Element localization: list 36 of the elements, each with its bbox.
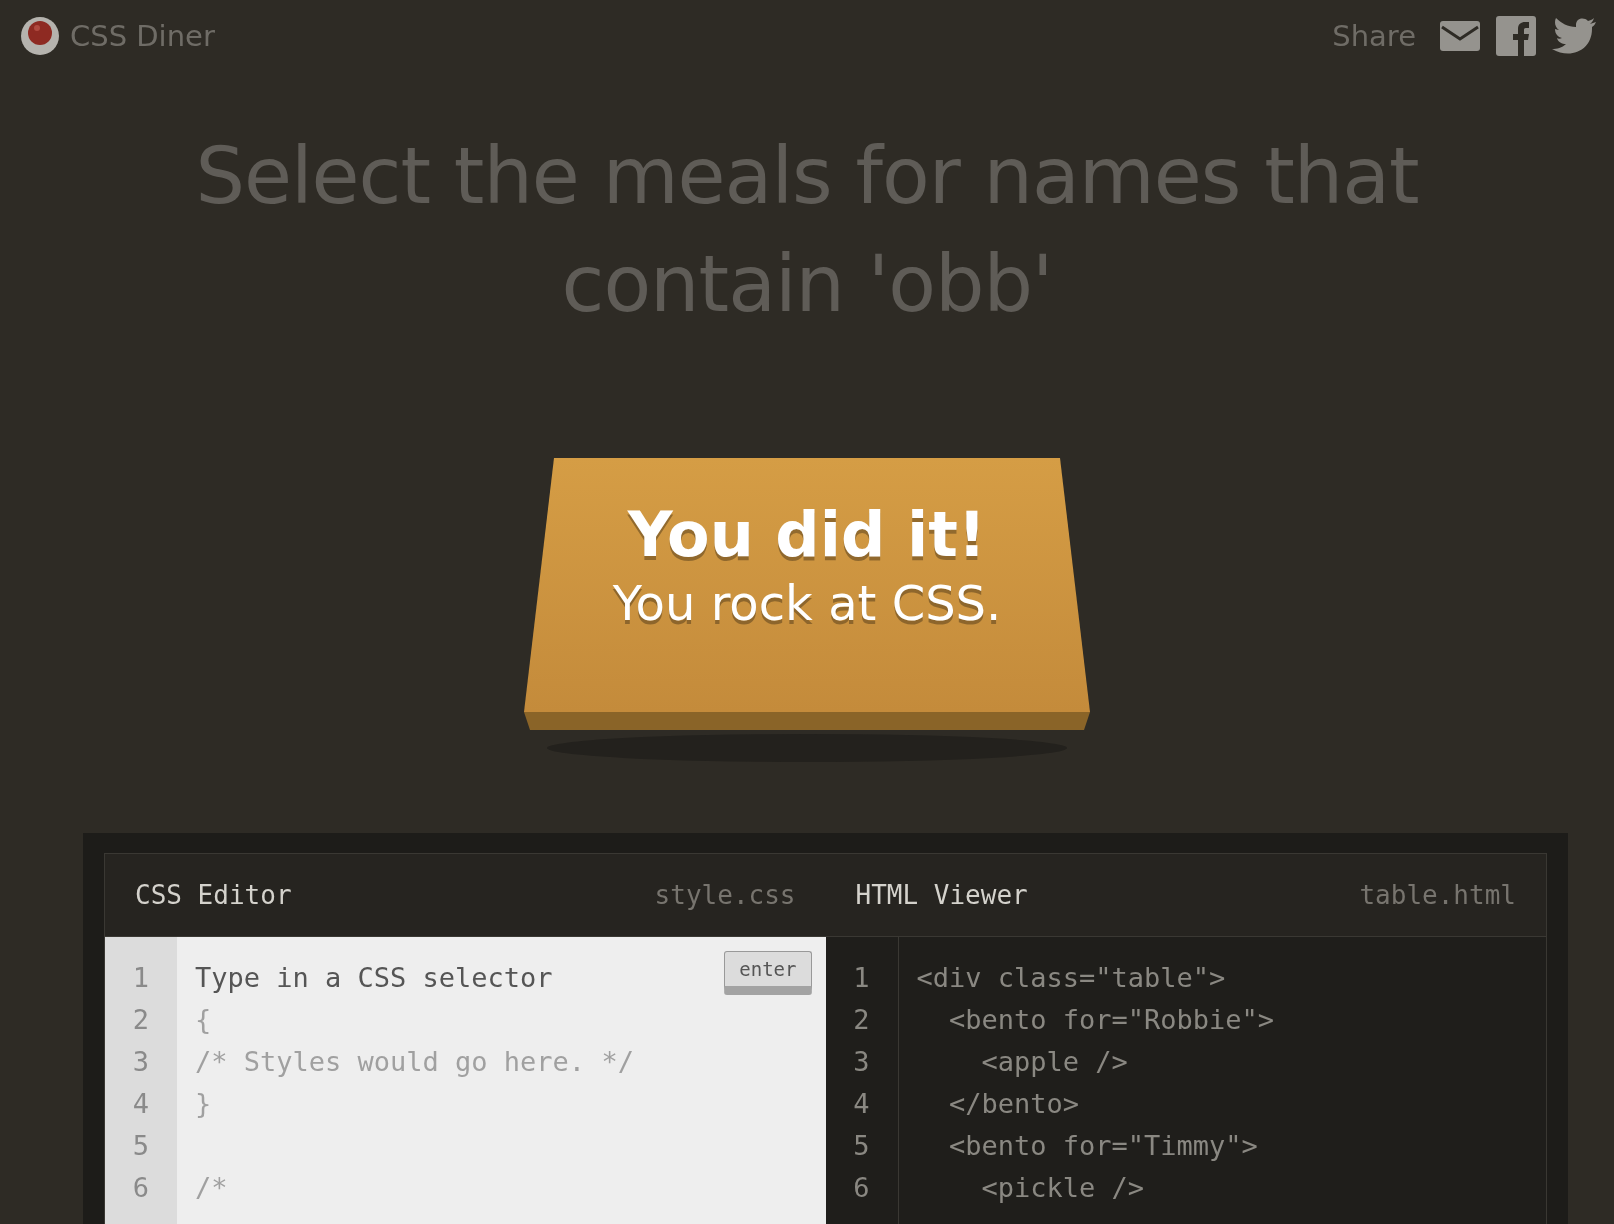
line-number: 4 xyxy=(853,1087,870,1121)
code-line: <pickle /> xyxy=(980,1172,1145,1203)
code-line: <bento for="Timmy"> xyxy=(948,1130,1258,1161)
file-name: table.html xyxy=(1359,880,1516,910)
pane-title: CSS Editor xyxy=(135,880,292,910)
line-number: 1 xyxy=(132,961,150,995)
code-line: <apple /> xyxy=(980,1046,1128,1077)
pane-title: HTML Viewer xyxy=(855,880,1028,910)
logo-text: CSS Diner xyxy=(70,19,215,53)
line-number: 2 xyxy=(132,1003,150,1037)
success-message: You rock at CSS. xyxy=(612,575,1002,631)
mail-icon[interactable] xyxy=(1440,21,1480,51)
code-line: } xyxy=(195,1088,212,1119)
bird-icon[interactable] xyxy=(1552,17,1596,55)
success-headline: You did it! xyxy=(627,498,987,571)
code-line: /* xyxy=(195,1172,228,1203)
selector-input[interactable]: Type in a CSS selector xyxy=(195,957,675,999)
code-line: /* Styles would go here. */ xyxy=(195,1046,634,1077)
enter-button[interactable]: enter xyxy=(724,951,812,995)
code-line: { xyxy=(195,1004,212,1035)
file-name: style.css xyxy=(654,880,796,910)
code-line: </bento> xyxy=(948,1088,1080,1119)
line-number: 3 xyxy=(132,1045,150,1079)
code-line: <bento for="Robbie"> xyxy=(948,1004,1275,1035)
code-line: <div class="table"> xyxy=(916,962,1226,993)
line-number: 6 xyxy=(132,1171,150,1205)
line-number: 2 xyxy=(853,1003,870,1037)
line-number: 6 xyxy=(853,1171,870,1205)
line-number: 5 xyxy=(132,1129,150,1163)
line-number: 5 xyxy=(853,1129,870,1163)
line-number: 4 xyxy=(132,1087,150,1121)
line-number: 3 xyxy=(853,1045,870,1079)
share-label: Share xyxy=(1332,19,1416,53)
logo-icon xyxy=(20,16,60,56)
facebook-icon[interactable] xyxy=(1496,16,1536,56)
line-number: 1 xyxy=(853,961,870,995)
